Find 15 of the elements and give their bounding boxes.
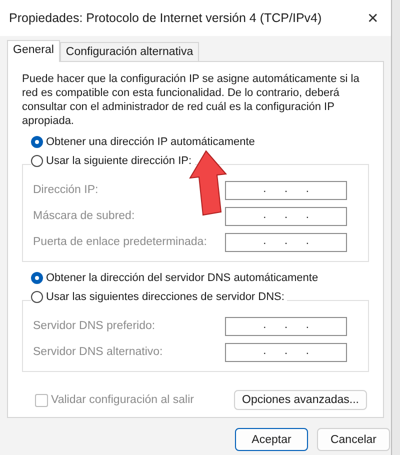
tab[interactable]: General (7, 40, 60, 62)
field-label: Puerta de enlace predeterminada: (33, 236, 207, 248)
field-label: Servidor DNS alternativo: (33, 346, 163, 358)
field-label: Dirección IP: (33, 184, 98, 196)
description-text: Puede hacer que la configuración IP se asigne automáticamente si la red es compatible con esta funcionalidad. De lo contrario, deberá consultar con el administrador de red cuál es la configuración IP apropiada. (22, 72, 360, 128)
radio-button[interactable] (31, 136, 43, 148)
dialog-button[interactable]: Aceptar (235, 428, 308, 451)
close-button[interactable]: ✕ (367, 10, 379, 26)
radio-button[interactable] (31, 272, 43, 284)
dialog-button[interactable]: Cancelar (317, 428, 390, 451)
field-label: Servidor DNS preferido: (33, 320, 156, 332)
tab[interactable]: Configuración alternativa (60, 42, 200, 61)
window-title: Propiedades: Protocolo de Internet versión 4 (TCP/IPv4) (9, 11, 322, 25)
advanced-options-button[interactable]: Opciones avanzadas... (234, 390, 367, 410)
field-label: Máscara de subred: (33, 210, 135, 222)
